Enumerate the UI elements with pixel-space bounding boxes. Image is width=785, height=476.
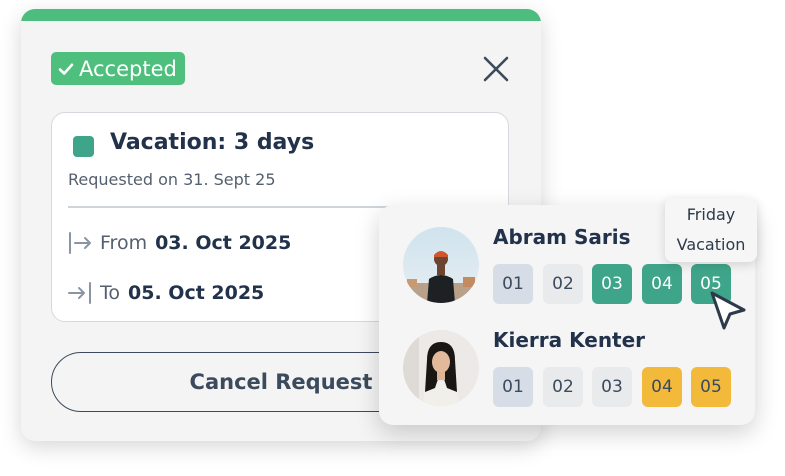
start-arrow-icon bbox=[69, 232, 91, 254]
avatar-abram-saris bbox=[403, 227, 479, 303]
status-top-bar bbox=[21, 9, 541, 21]
mouse-cursor-icon bbox=[710, 291, 746, 330]
status-badge-label: Accepted bbox=[79, 56, 177, 81]
request-title: Vacation: 3 days bbox=[110, 130, 315, 155]
day-cell[interactable]: 03 bbox=[592, 367, 632, 407]
to-date-row: To 05. Oct 2025 bbox=[68, 282, 264, 304]
day-cell[interactable]: 04 bbox=[642, 264, 682, 304]
person-name: Abram Saris bbox=[493, 225, 631, 249]
from-date: 03. Oct 2025 bbox=[155, 232, 292, 254]
status-badge: Accepted bbox=[51, 52, 185, 85]
end-arrow-icon bbox=[68, 282, 91, 304]
close-icon bbox=[483, 56, 509, 82]
day-cell[interactable]: 03 bbox=[592, 264, 632, 304]
person-name: Kierra Kenter bbox=[493, 328, 646, 352]
day-tooltip: Friday Vacation bbox=[665, 198, 757, 262]
day-cell[interactable]: 01 bbox=[493, 264, 533, 304]
tooltip-type: Vacation bbox=[676, 235, 746, 254]
from-label: From bbox=[100, 232, 148, 254]
divider bbox=[68, 206, 428, 208]
to-label: To bbox=[100, 282, 121, 304]
requested-on-text: Requested on 31. Sept 25 bbox=[68, 170, 276, 189]
day-cell[interactable]: 02 bbox=[543, 367, 583, 407]
check-icon bbox=[58, 63, 74, 75]
day-cell[interactable]: 02 bbox=[543, 264, 583, 304]
tooltip-day: Friday bbox=[686, 205, 736, 224]
day-cell[interactable]: 01 bbox=[493, 367, 533, 407]
vacation-color-swatch bbox=[73, 136, 94, 157]
avatar-kierra-kenter bbox=[403, 330, 479, 406]
close-button[interactable] bbox=[479, 52, 513, 86]
day-cell[interactable]: 04 bbox=[642, 367, 682, 407]
from-date-row: From 03. Oct 2025 bbox=[68, 232, 291, 254]
to-date: 05. Oct 2025 bbox=[128, 282, 265, 304]
day-cell[interactable]: 05 bbox=[691, 367, 731, 407]
